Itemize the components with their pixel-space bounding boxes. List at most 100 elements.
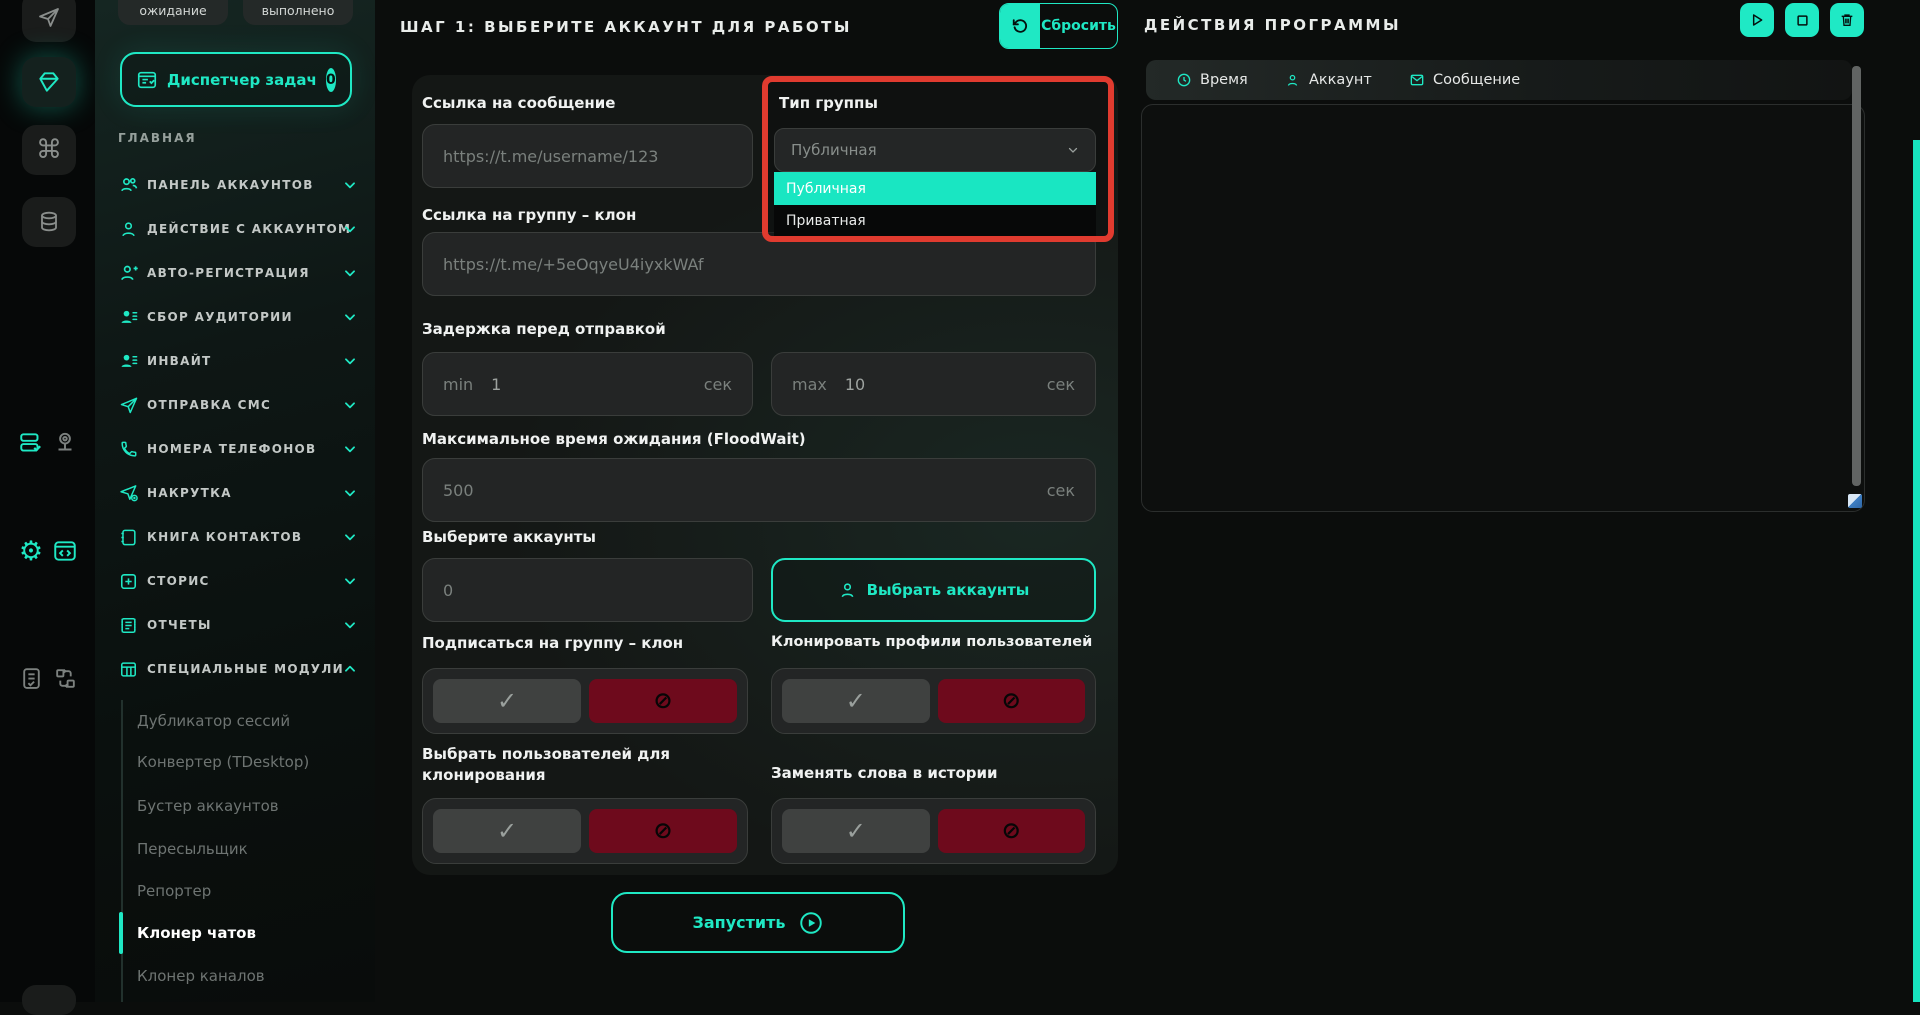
stop-button[interactable]	[1785, 3, 1819, 37]
start-button-label: Запустить	[692, 913, 785, 932]
accounts-label: Выберите аккаунты	[422, 528, 596, 546]
group-type-option-private[interactable]: Приватная	[774, 205, 1096, 236]
group-type-value: Публичная	[791, 141, 877, 159]
sidebar-item-accounts-panel[interactable]: ПАНЕЛЬ АККАУНТОВ	[118, 174, 358, 196]
clone-group-link-label: Ссылка на группу – клон	[422, 206, 636, 224]
accounts-count-value: 0	[443, 581, 453, 600]
document-check-icon[interactable]	[16, 663, 46, 693]
check-icon: ✓	[497, 817, 517, 845]
command-icon: ⌘	[36, 135, 62, 165]
prohibit-icon: ⊘	[1002, 688, 1021, 714]
run-button[interactable]	[1740, 3, 1774, 37]
person-list-icon	[118, 307, 139, 328]
prohibit-icon: ⊘	[653, 688, 672, 714]
swap-icon[interactable]	[50, 663, 80, 693]
delay-label: Задержка перед отправкой	[422, 320, 666, 338]
sidebar-item-account-action[interactable]: ДЕЙСТВИЕ С АККАУНТОМ	[118, 218, 358, 240]
tab-done[interactable]: выполнено	[243, 0, 353, 25]
deny-option-button[interactable]: ⊘	[589, 809, 737, 853]
submodule-converter[interactable]: Конвертер (TDesktop)	[137, 753, 309, 773]
phone-icon	[118, 439, 139, 460]
chevron-down-icon	[343, 438, 359, 460]
submodule-account-booster[interactable]: Бустер аккаунтов	[137, 797, 279, 817]
sidebar-item-phone-numbers[interactable]: НОМЕРА ТЕЛЕФОНОВ	[118, 438, 358, 460]
check-icon: ✓	[846, 817, 866, 845]
check-option-button[interactable]: ✓	[782, 809, 930, 853]
deny-option-button[interactable]: ⊘	[938, 679, 1086, 723]
database-tool-button[interactable]	[22, 197, 76, 247]
reset-button[interactable]: Сбросить	[999, 3, 1118, 49]
report-icon	[118, 615, 139, 636]
sidebar-item-sms-send[interactable]: ОТПРАВКА СМС	[118, 394, 358, 416]
tab-pending[interactable]: ожидание	[118, 0, 228, 25]
sidebar-item-label: АВТО-РЕГИСТРАЦИЯ	[147, 266, 310, 280]
clear-log-button[interactable]	[1830, 3, 1864, 37]
bottom-tool-button[interactable]	[22, 985, 76, 1015]
resize-grip-icon[interactable]	[1848, 494, 1862, 508]
sidebar-item-stories[interactable]: СТОРИС	[118, 570, 358, 592]
toggle-clone-profiles-label: Клонировать профили пользователей	[771, 634, 1092, 650]
sidebar-item-reports[interactable]: ОТЧЕТЫ	[118, 614, 358, 636]
prohibit-icon: ⊘	[653, 818, 672, 844]
select-accounts-button[interactable]: Выбрать аккаунты	[771, 558, 1096, 622]
chevron-down-icon	[343, 174, 359, 196]
premium-tool-button[interactable]	[22, 57, 76, 107]
toggle-select-users: ✓ ⊘	[422, 798, 748, 864]
sidebar-item-audience-collect[interactable]: СБОР АУДИТОРИИ	[118, 306, 358, 328]
user-icon	[1284, 72, 1301, 89]
message-link-input[interactable]: https://t.me/username/123	[422, 124, 753, 188]
gear-icon[interactable]: ⚙	[16, 536, 46, 566]
start-button[interactable]: Запустить	[611, 892, 905, 953]
group-type-select[interactable]: Публичная	[774, 128, 1096, 172]
plus-square-icon	[118, 571, 139, 592]
deny-option-button[interactable]: ⊘	[589, 679, 737, 723]
floodwait-input[interactable]: 500 сек	[422, 458, 1096, 522]
accounts-count-input[interactable]: 0	[422, 558, 753, 622]
log-table-header: Время Аккаунт Сообщение	[1146, 60, 1852, 100]
check-option-button[interactable]: ✓	[782, 679, 930, 723]
sidebar-item-contact-book[interactable]: КНИГА КОНТАКТОВ	[118, 526, 358, 548]
screencast-icon[interactable]	[50, 428, 80, 458]
sidebar-item-label: КНИГА КОНТАКТОВ	[147, 530, 302, 544]
sidebar-item-label: СТОРИС	[147, 574, 210, 588]
task-manager-button[interactable]: Диспетчер задач 0	[120, 52, 352, 107]
floodwait-unit: сек	[1047, 481, 1075, 500]
group-type-option-public[interactable]: Публичная	[774, 172, 1096, 205]
person-list-icon	[118, 351, 139, 372]
chevron-down-icon	[343, 306, 359, 328]
person-icon	[118, 219, 139, 240]
toggle-replace-words-label: Заменять слова в истории	[771, 764, 998, 782]
send-tool-button[interactable]	[22, 0, 76, 42]
command-tool-button[interactable]: ⌘	[22, 125, 76, 175]
submodule-channel-cloner[interactable]: Клонер каналов	[137, 967, 265, 987]
message-link-placeholder: https://t.me/username/123	[443, 147, 658, 166]
submodule-forwarder[interactable]: Пересыльщик	[137, 840, 248, 860]
sidebar-item-auto-registration[interactable]: АВТО-РЕГИСТРАЦИЯ	[118, 262, 358, 284]
check-option-button[interactable]: ✓	[433, 809, 581, 853]
submodule-session-duplicator[interactable]: Дубликатор сессий	[137, 712, 290, 732]
person-plus-icon	[118, 263, 139, 284]
check-icon: ✓	[497, 687, 517, 715]
chevron-down-icon	[1067, 144, 1079, 156]
deny-option-button[interactable]: ⊘	[938, 809, 1086, 853]
scrollbar-thumb[interactable]	[1852, 66, 1861, 486]
sidebar-item-label: ОТПРАВКА СМС	[147, 398, 271, 412]
delay-min-value: 1	[491, 375, 501, 394]
log-output-area[interactable]	[1141, 104, 1865, 512]
submodule-reporter[interactable]: Репортер	[137, 882, 211, 902]
play-circle-icon	[798, 910, 824, 936]
sidebar-item-special-modules[interactable]: СПЕЦИАЛЬНЫЕ МОДУЛИ	[118, 658, 358, 680]
sidebar-item-invite[interactable]: ИНВАЙТ	[118, 350, 358, 372]
delay-min-input[interactable]: min 1 сек	[422, 352, 753, 416]
sidebar-item-boosting[interactable]: НАКРУТКА	[118, 482, 358, 504]
server-check-icon[interactable]	[16, 428, 46, 458]
code-window-icon[interactable]	[50, 536, 80, 566]
submodule-chat-cloner[interactable]: Клонер чатов	[137, 924, 256, 944]
delay-min-unit: сек	[704, 375, 732, 394]
log-col-account-label: Аккаунт	[1309, 72, 1372, 88]
log-panel-title: ДЕЙСТВИЯ ПРОГРАММЫ	[1144, 16, 1401, 34]
log-col-account: Аккаунт	[1284, 60, 1372, 100]
paper-plane-icon	[34, 2, 64, 32]
delay-max-input[interactable]: max 10 сек	[771, 352, 1096, 416]
check-option-button[interactable]: ✓	[433, 679, 581, 723]
